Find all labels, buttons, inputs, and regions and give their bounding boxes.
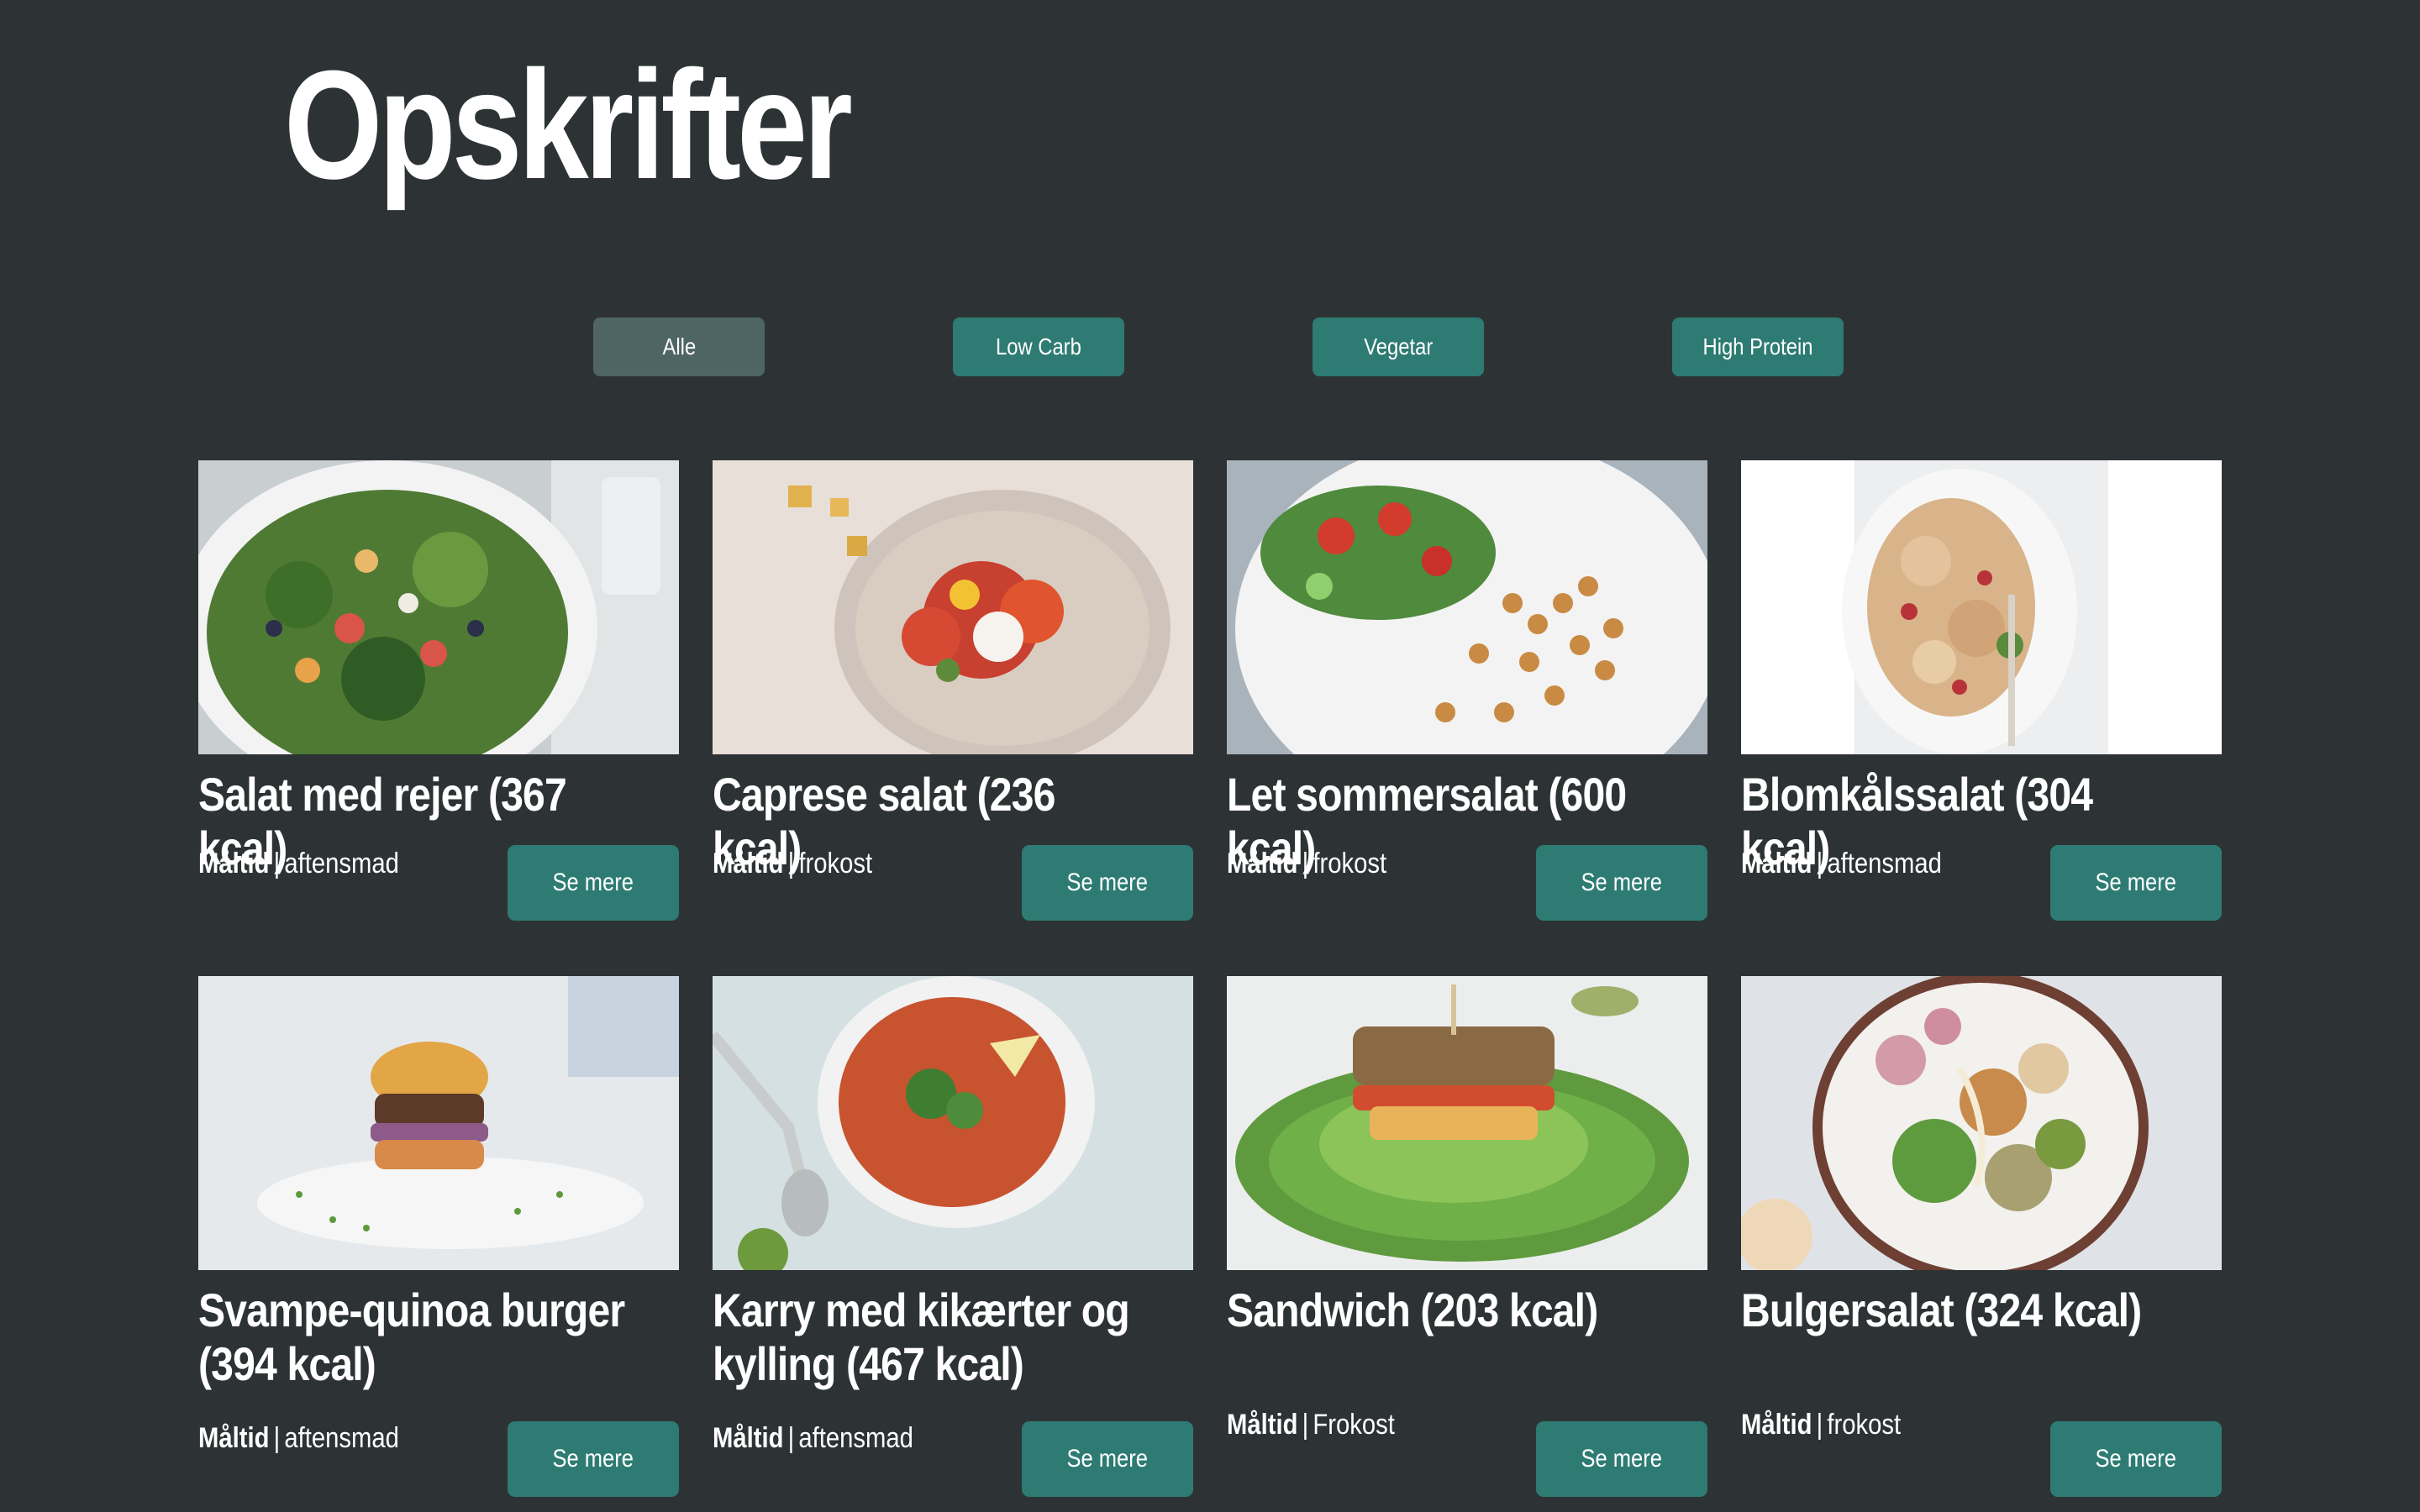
quinoa-burger-image[interactable] <box>198 976 679 1270</box>
filter-low-carb-button[interactable]: Low Carb <box>953 318 1124 376</box>
meta-separator: | <box>1816 848 1823 879</box>
meta-value: aftensmad <box>284 848 399 879</box>
recipe-meta: Måltid | aftensmad <box>1741 845 1942 882</box>
meta-label: Måltid <box>198 1422 270 1454</box>
filter-all-button[interactable]: Alle <box>593 318 765 376</box>
cauliflower-salad-image[interactable] <box>1741 460 2222 754</box>
meta-separator: | <box>1302 848 1309 879</box>
recipe-card: Svampe-quinoa burger (394 kcal) Måltid | a… <box>198 976 679 1497</box>
recipe-meta: Måltid | aftensmad <box>198 845 399 882</box>
meta-label: Måltid <box>713 1422 784 1454</box>
recipe-title: Svampe-quinoa burger (394 kcal) <box>198 1284 625 1390</box>
meta-label: Måltid <box>1741 1409 1812 1441</box>
recipes-page: Opskrifter Alle Low Carb Vegetar High Pr… <box>0 0 2420 1512</box>
bulgur-salad-image[interactable] <box>1741 976 2222 1270</box>
see-more-button[interactable]: Se mere <box>508 845 679 921</box>
recipe-card: Salat med rejer (367 kcal) Måltid | aftens… <box>198 460 679 931</box>
meta-label: Måltid <box>198 848 270 879</box>
recipe-meta: Måltid | frokost <box>1227 845 1386 882</box>
meta-value: aftensmad <box>284 1422 399 1454</box>
see-more-button[interactable]: Se mere <box>1536 845 1707 921</box>
meta-separator: | <box>787 1422 795 1454</box>
caprese-salad-image[interactable] <box>713 460 1193 754</box>
chickpea-curry-image[interactable] <box>713 976 1193 1270</box>
recipe-card: Sandwich (203 kcal) Måltid | Frokost Se me… <box>1227 976 1707 1497</box>
recipe-meta: Måltid | Frokost <box>1227 1406 1395 1443</box>
filter-vegetarian-button[interactable]: Vegetar <box>1313 318 1484 376</box>
meta-value: frokost <box>1313 848 1387 879</box>
meta-value: frokost <box>1827 1409 1902 1441</box>
recipe-card: Let sommersalat (600 kcal) Måltid | frokos… <box>1227 460 1707 931</box>
meta-label: Måltid <box>1227 848 1298 879</box>
summer-salad-image[interactable] <box>1227 460 1707 754</box>
filter-high-protein-button[interactable]: High Protein <box>1672 318 1844 376</box>
shrimp-salad-image[interactable] <box>198 460 679 754</box>
see-more-button[interactable]: Se mere <box>1022 845 1193 921</box>
meta-label: Måltid <box>1227 1409 1298 1441</box>
meta-separator: | <box>1816 1409 1823 1441</box>
meta-separator: | <box>273 1422 281 1454</box>
meta-label: Måltid <box>713 848 784 879</box>
meta-label: Måltid <box>1741 848 1812 879</box>
meta-separator: | <box>273 848 281 879</box>
see-more-button[interactable]: Se mere <box>1022 1421 1193 1497</box>
recipe-meta: Måltid | aftensmad <box>198 1420 399 1457</box>
page-title: Opskrifter <box>284 38 853 211</box>
recipe-card: Karry med kikærter og kylling (467 kcal)… <box>713 976 1193 1497</box>
meta-separator: | <box>1302 1409 1309 1441</box>
meta-value: Frokost <box>1313 1409 1395 1441</box>
meta-separator: | <box>787 848 795 879</box>
recipe-title: Sandwich (203 kcal) <box>1227 1284 1598 1336</box>
see-more-button[interactable]: Se mere <box>2050 845 2222 921</box>
recipe-meta: Måltid | frokost <box>713 845 872 882</box>
see-more-button[interactable]: Se mere <box>2050 1421 2222 1497</box>
meta-value: aftensmad <box>798 1422 913 1454</box>
meta-value: frokost <box>798 848 873 879</box>
recipe-card: Caprese salat (236 kcal) Måltid | frokost … <box>713 460 1193 931</box>
sandwich-image[interactable] <box>1227 976 1707 1270</box>
meta-value: aftensmad <box>1827 848 1942 879</box>
recipe-card: Bulgersalat (324 kcal) Måltid | frokost Se… <box>1741 976 2222 1497</box>
recipe-title: Karry med kikærter og kylling (467 kcal) <box>713 1284 1130 1390</box>
see-more-button[interactable]: Se mere <box>1536 1421 1707 1497</box>
filter-bar: Alle Low Carb Vegetar High Protein <box>0 318 2420 376</box>
recipe-title: Bulgersalat (324 kcal) <box>1741 1284 2142 1336</box>
see-more-button[interactable]: Se mere <box>508 1421 679 1497</box>
recipe-meta: Måltid | frokost <box>1741 1406 1901 1443</box>
recipe-card: Blomkålssalat (304 kcal) Måltid | aftensma… <box>1741 460 2222 931</box>
recipe-meta: Måltid | aftensmad <box>713 1420 913 1457</box>
